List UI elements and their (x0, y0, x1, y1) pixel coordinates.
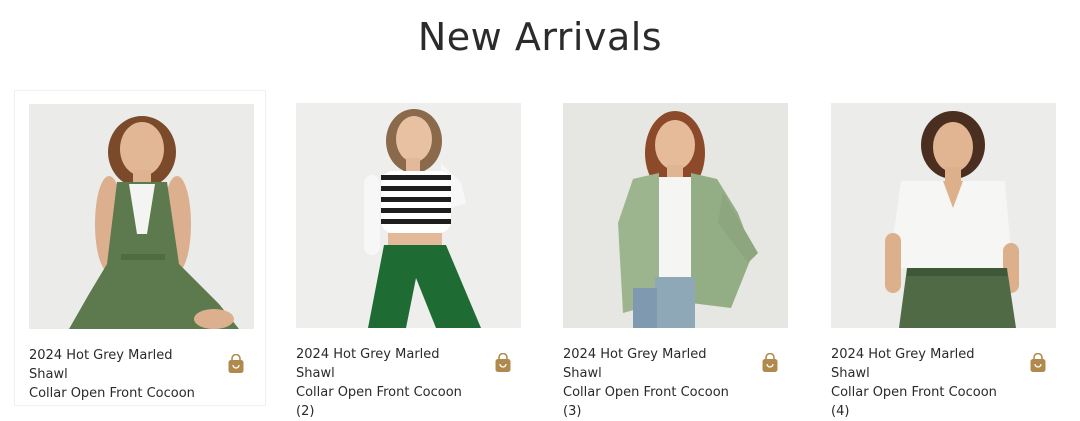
shopping-bag-icon[interactable] (1029, 353, 1047, 373)
product-name-line2: Collar Open Front Cocoon (3) (563, 385, 729, 419)
shopping-bag-icon[interactable] (761, 353, 779, 373)
product-name-line1: 2024 Hot Grey Marled Shawl (831, 347, 975, 381)
product-name-line1: 2024 Hot Grey Marled Shawl (296, 347, 440, 381)
product-card[interactable]: 2024 Hot Grey Marled Shawl Collar Open F… (282, 90, 534, 419)
product-name-line2: Collar Open Front Cocoon (4) (831, 385, 997, 419)
product-name-line1: 2024 Hot Grey Marled Shawl (563, 347, 707, 381)
product-image[interactable] (563, 103, 788, 328)
product-name-line1: 2024 Hot Grey Marled Shawl (29, 348, 173, 382)
product-name[interactable]: 2024 Hot Grey Marled Shawl Collar Open F… (563, 345, 748, 421)
product-name[interactable]: 2024 Hot Grey Marled Shawl Collar Open F… (831, 345, 1016, 421)
product-image[interactable] (29, 104, 254, 329)
product-card[interactable]: 2024 Hot Grey Marled Shawl Collar Open F… (817, 90, 1069, 419)
product-image[interactable] (296, 103, 521, 328)
product-card[interactable]: 2024 Hot Grey Marled Shawl Collar Open F… (14, 90, 266, 406)
product-name[interactable]: 2024 Hot Grey Marled Shawl Collar Open F… (29, 346, 214, 403)
shopping-bag-icon[interactable] (227, 354, 245, 374)
product-image[interactable] (831, 103, 1056, 328)
product-name-line2: Collar Open Front Cocoon (29, 386, 195, 401)
product-name[interactable]: 2024 Hot Grey Marled Shawl Collar Open F… (296, 345, 481, 421)
section-title: New Arrivals (417, 15, 663, 59)
product-card[interactable]: 2024 Hot Grey Marled Shawl Collar Open F… (549, 90, 801, 419)
shopping-bag-icon[interactable] (494, 353, 512, 373)
product-name-line2: Collar Open Front Cocoon (2) (296, 385, 462, 419)
